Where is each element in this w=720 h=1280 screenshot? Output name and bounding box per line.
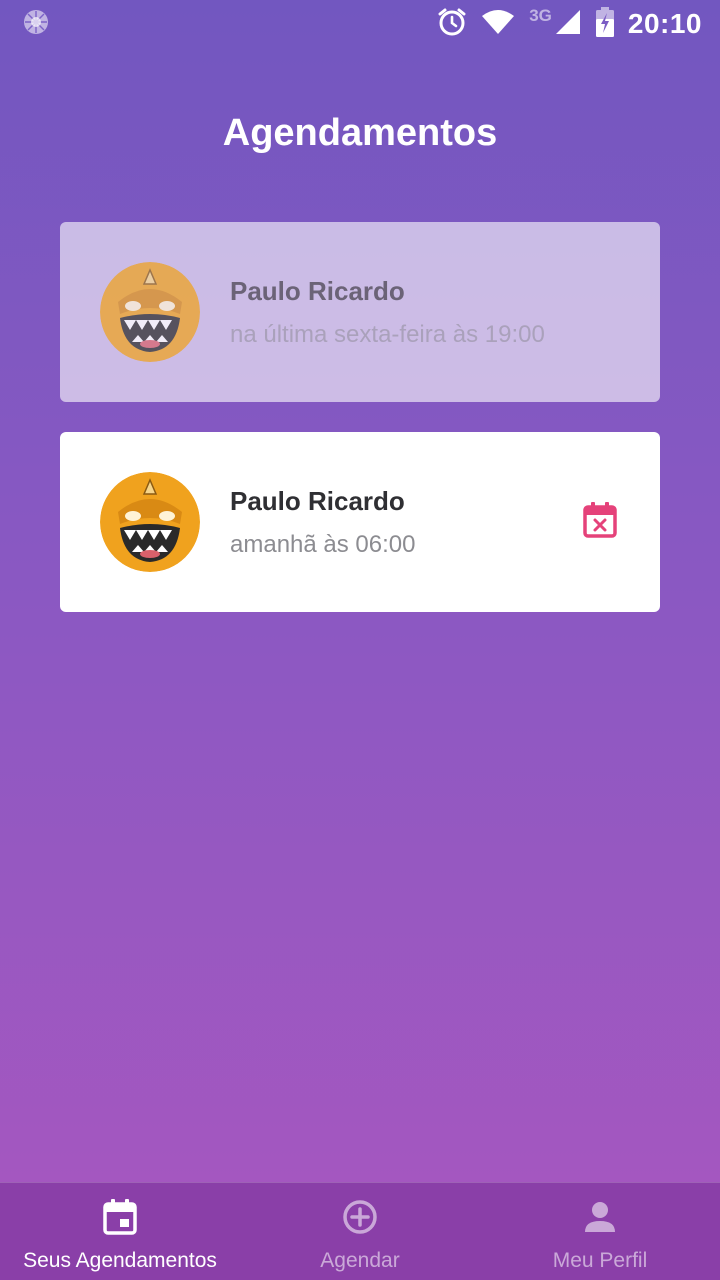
- calendar-icon: [100, 1197, 140, 1237]
- avatar: [100, 472, 200, 572]
- provider-name: Paulo Ricardo: [230, 275, 405, 306]
- tab-agendar[interactable]: Agendar: [240, 1183, 480, 1280]
- status-bar: 3G 20:10: [0, 0, 720, 48]
- loading-icon: [22, 8, 50, 41]
- tab-label: Agendar: [320, 1249, 400, 1272]
- wifi-icon: [481, 9, 515, 40]
- page-title: Agendamentos: [222, 112, 498, 154]
- network-type-label: 3G: [529, 6, 552, 25]
- appointment-info: Paulo Ricardo na última sexta-feira às 1…: [230, 276, 660, 349]
- appointment-card-upcoming[interactable]: Paulo Ricardo amanhã às 06:00: [60, 432, 660, 612]
- tab-meu-perfil[interactable]: Meu Perfil: [480, 1183, 720, 1280]
- person-icon: [580, 1197, 620, 1237]
- avatar: [100, 262, 200, 362]
- alarm-icon: [437, 7, 467, 42]
- cancel-appointment-button[interactable]: [578, 500, 622, 544]
- status-time: 20:10: [627, 8, 702, 39]
- battery-charging-icon: [595, 6, 614, 42]
- add-circle-icon: [340, 1197, 380, 1237]
- tab-label: Seus Agendamentos: [23, 1249, 217, 1272]
- bottom-tab-bar: Seus Agendamentos Agendar Meu Perfil: [0, 1182, 720, 1280]
- provider-name: Paulo Ricardo: [230, 485, 405, 516]
- appointment-time: amanhã às 06:00: [230, 530, 416, 558]
- signal-icon: [554, 8, 582, 41]
- appointment-card-past[interactable]: Paulo Ricardo na última sexta-feira às 1…: [60, 222, 660, 402]
- tab-seus-agendamentos[interactable]: Seus Agendamentos: [0, 1183, 240, 1280]
- tab-label: Meu Perfil: [552, 1249, 648, 1272]
- appointment-info: Paulo Ricardo amanhã às 06:00: [230, 486, 578, 559]
- calendar-remove-icon: [583, 501, 617, 543]
- appointment-time: na última sexta-feira às 19:00: [230, 320, 545, 348]
